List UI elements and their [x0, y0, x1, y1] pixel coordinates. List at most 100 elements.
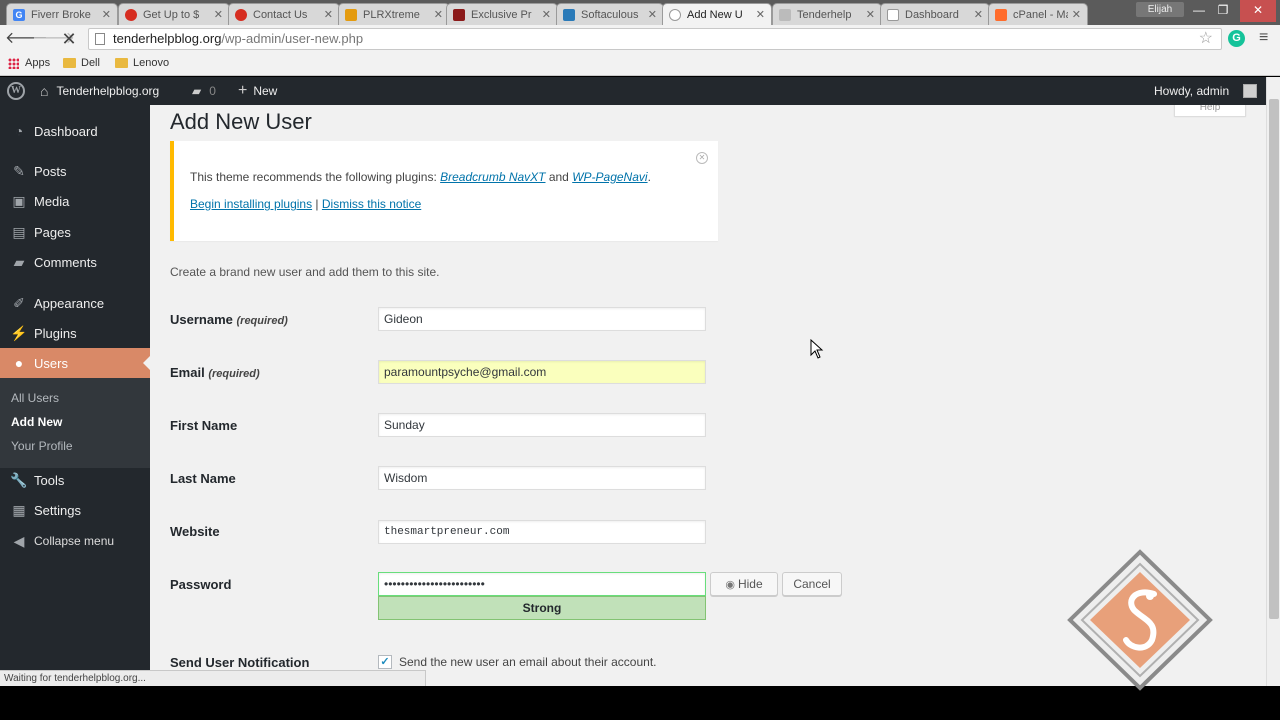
website-input[interactable]	[378, 520, 706, 544]
avatar[interactable]	[1243, 84, 1257, 98]
tab-plrxtreme[interactable]: PLRXtreme ✕	[338, 3, 450, 25]
plus-icon: +	[238, 82, 248, 99]
tab-add-new-user[interactable]: Add New U ✕	[662, 3, 772, 25]
send-notification-checkbox[interactable]: ✓	[378, 655, 392, 669]
username-input[interactable]	[378, 307, 706, 331]
plugin-link-pagenavi[interactable]: WP-PageNavi	[572, 170, 647, 184]
close-tab-icon[interactable]: ✕	[434, 8, 443, 21]
stop-icon[interactable]: ✕	[58, 29, 80, 49]
bookmark-dell[interactable]: Dell	[63, 57, 100, 69]
watermark-logo	[1067, 549, 1213, 691]
plugin-link-breadcrumb[interactable]: Breadcrumb NavXT	[440, 170, 545, 184]
close-tab-icon[interactable]: ✕	[756, 8, 765, 21]
back-icon[interactable]: 🡐	[5, 29, 48, 49]
google-icon: G	[13, 8, 25, 21]
sidebar-item-pages[interactable]: ▤ Pages	[0, 217, 150, 247]
intro-text: Create a brand new user and add them to …	[170, 265, 440, 279]
wp-admin-bar: W ⌂ Tenderhelpblog.org ▰ 0 + New Howdy, …	[0, 77, 1266, 105]
notification-label: Send User Notification	[170, 655, 310, 670]
bookmark-star-icon[interactable]: ☆	[1199, 29, 1213, 49]
address-bar[interactable]: tenderhelpblog.org/wp-admin/user-new.php…	[88, 28, 1222, 50]
sidebar-item-media[interactable]: ▣ Media	[0, 186, 150, 216]
sidebar-item-posts[interactable]: ✎ Posts	[0, 156, 150, 186]
close-tab-icon[interactable]: ✕	[1072, 8, 1081, 21]
sidebar-item-dashboard[interactable]: ◔ Dashboard	[0, 116, 150, 146]
site-icon	[563, 8, 575, 21]
page-scrollbar[interactable]	[1266, 77, 1280, 686]
help-tab[interactable]: Help	[1174, 105, 1246, 117]
dismiss-icon[interactable]: ✕	[696, 152, 708, 164]
status-bubble: Waiting for tenderhelpblog.org...	[0, 670, 426, 686]
wordpress-icon: W	[7, 82, 25, 100]
tab-tenderhelp[interactable]: Tenderhelp ✕	[772, 3, 882, 25]
first-name-label: First Name	[170, 418, 238, 433]
cancel-password-button[interactable]: Cancel	[782, 572, 842, 596]
username-label: Username (required)	[170, 312, 288, 327]
mouse-cursor-icon	[810, 339, 824, 359]
last-name-input[interactable]	[378, 466, 706, 490]
admin-sidebar: ◔ Dashboard ✎ Posts ▣ Media ▤ Pages ▰ Comment…	[0, 105, 150, 686]
scrollbar-thumb[interactable]	[1269, 99, 1279, 619]
comment-icon: ▰	[192, 84, 202, 98]
close-tab-icon[interactable]: ✕	[542, 8, 551, 21]
sidebar-item-plugins[interactable]: ⚡ Plugins	[0, 318, 150, 348]
hide-password-button[interactable]: ◉ Hide	[710, 572, 778, 596]
dismiss-notice-link[interactable]: Dismiss this notice	[322, 197, 421, 211]
close-window-icon[interactable]: ✕	[1240, 0, 1276, 22]
sidebar-item-comments[interactable]: ▰ Comments	[0, 247, 150, 277]
apps-icon	[8, 57, 19, 69]
tab-cpanel[interactable]: cPanel - Ma ✕	[988, 3, 1088, 25]
bookmark-lenovo[interactable]: Lenovo	[115, 57, 169, 69]
close-tab-icon[interactable]: ✕	[866, 8, 875, 21]
account-menu[interactable]: Howdy, admin	[1154, 77, 1229, 105]
tab-softaculous[interactable]: Softaculous ✕	[556, 3, 664, 25]
close-tab-icon[interactable]: ✕	[102, 8, 111, 21]
new-content-link[interactable]: + New	[238, 77, 277, 105]
plug-icon: ⚡	[10, 325, 28, 341]
close-tab-icon[interactable]: ✕	[974, 8, 983, 21]
wp-logo-menu[interactable]: W	[7, 77, 25, 105]
tab-get-up[interactable]: Get Up to $ ✕	[118, 3, 230, 25]
folder-icon	[63, 58, 76, 68]
forward-icon[interactable]: 🡒	[32, 29, 75, 49]
bookmarks-bar: Apps Dell Lenovo	[0, 53, 1280, 76]
profile-button[interactable]: Elijah	[1136, 2, 1184, 17]
sidebar-item-tools[interactable]: 🔧 Tools	[0, 465, 150, 495]
first-name-input[interactable]	[378, 413, 706, 437]
submenu-your-profile[interactable]: Your Profile	[11, 439, 73, 453]
collapse-icon: ◀	[13, 533, 25, 549]
comments-link[interactable]: ▰ 0	[192, 77, 216, 105]
plugin-notice: ✕ This theme recommends the following pl…	[170, 141, 718, 241]
password-input[interactable]	[378, 572, 706, 596]
sidebar-collapse-menu[interactable]: ◀ Collapse menu	[0, 526, 150, 556]
restore-icon[interactable]: ❐	[1214, 0, 1232, 22]
site-icon	[779, 8, 791, 21]
tab-exclusive[interactable]: Exclusive Pr ✕	[446, 3, 558, 25]
bookmark-apps[interactable]: Apps	[8, 57, 50, 69]
tab-contact[interactable]: Contact Us ✕	[228, 3, 340, 25]
submenu-all-users[interactable]: All Users	[11, 391, 59, 405]
submenu-add-new[interactable]: Add New	[11, 415, 62, 429]
site-icon	[125, 8, 137, 21]
close-tab-icon[interactable]: ✕	[648, 8, 657, 21]
sidebar-item-settings[interactable]: ▦ Settings	[0, 495, 150, 525]
sidebar-item-appearance[interactable]: ✐ Appearance	[0, 288, 150, 318]
close-tab-icon[interactable]: ✕	[324, 8, 333, 21]
page-icon	[887, 8, 899, 21]
settings-icon: ▦	[12, 502, 26, 518]
tab-fiverr[interactable]: G Fiverr Broke ✕	[6, 3, 118, 25]
password-strength-meter: Strong	[378, 596, 706, 620]
minimize-icon[interactable]: —	[1190, 0, 1208, 22]
tab-dashboard[interactable]: Dashboard ✕	[880, 3, 990, 25]
page-title: Add New User	[170, 109, 312, 134]
sidebar-item-users[interactable]: ● Users	[0, 348, 150, 378]
chrome-menu-icon[interactable]: ≡	[1259, 29, 1268, 47]
grammarly-icon[interactable]: G	[1228, 30, 1245, 47]
user-icon: ●	[14, 355, 24, 371]
last-name-label: Last Name	[170, 471, 236, 486]
password-label: Password	[170, 577, 232, 592]
close-tab-icon[interactable]: ✕	[214, 8, 223, 21]
site-name-link[interactable]: ⌂ Tenderhelpblog.org	[40, 77, 159, 105]
begin-installing-link[interactable]: Begin installing plugins	[190, 197, 312, 211]
email-input[interactable]	[378, 360, 706, 384]
